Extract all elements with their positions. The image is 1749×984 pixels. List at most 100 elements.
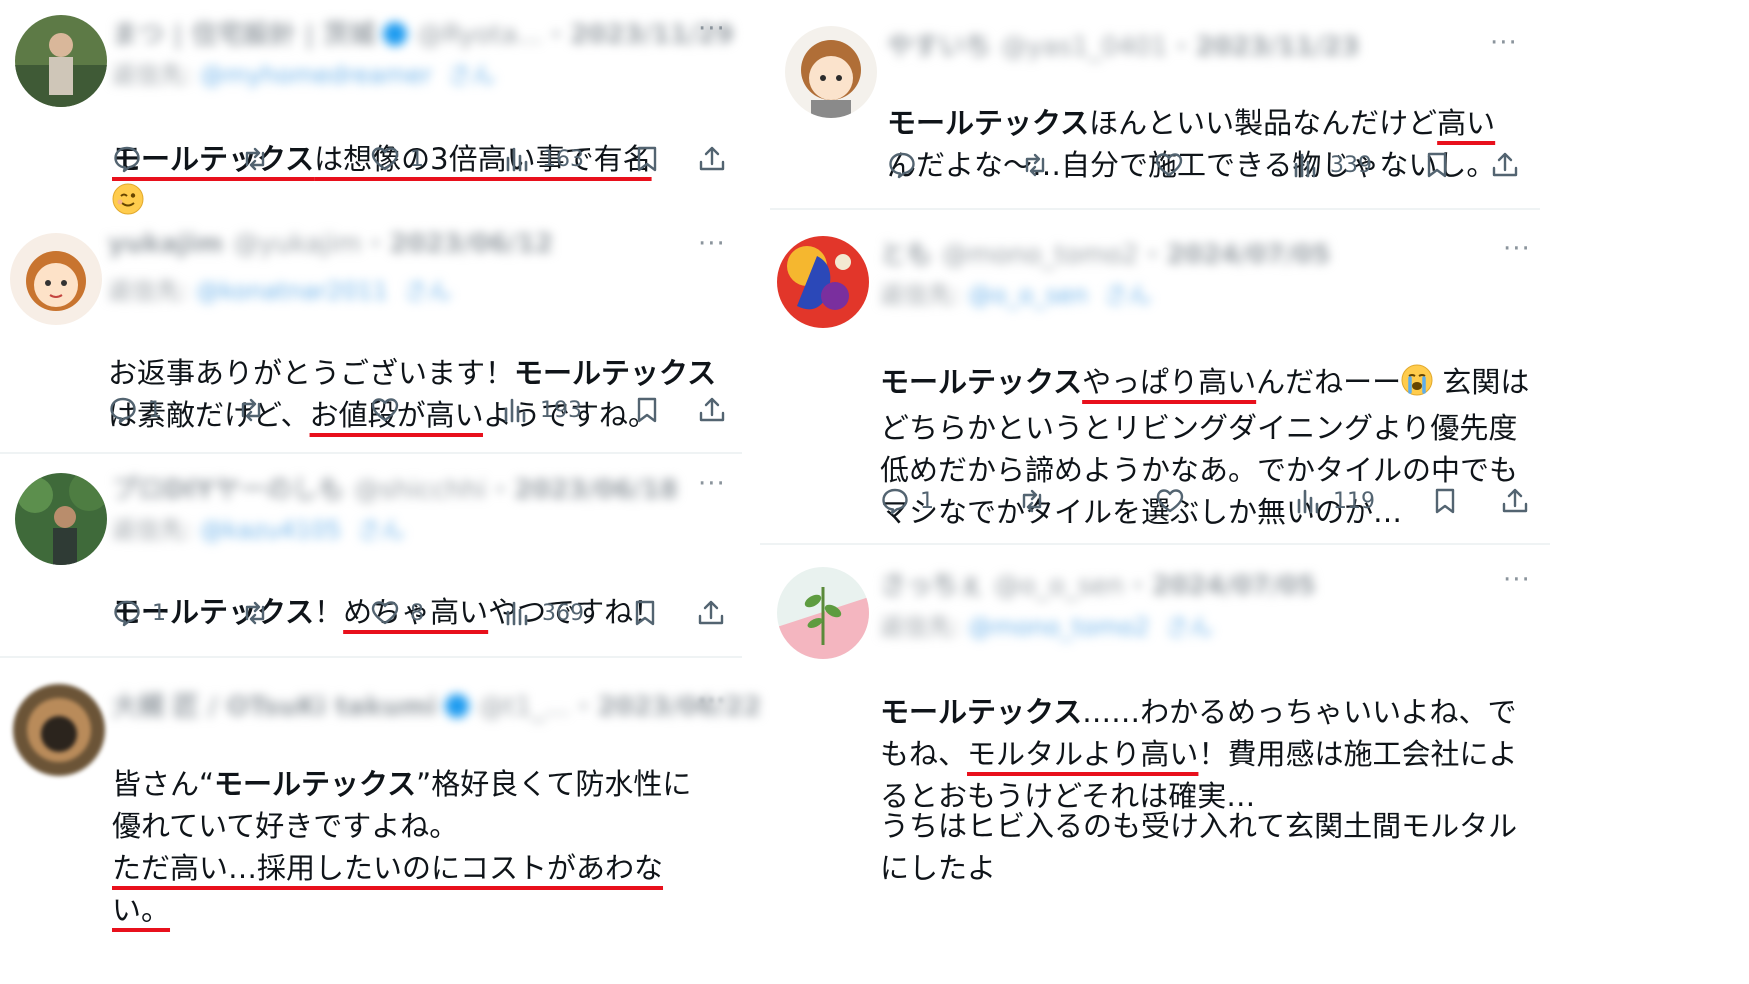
- bookmark-button[interactable]: [630, 598, 660, 628]
- share-button[interactable]: [1500, 486, 1530, 516]
- repost-button[interactable]: [236, 395, 276, 425]
- action-bar: 1 163: [112, 144, 727, 184]
- author-name[interactable]: プロDIYヤーのしも: [112, 475, 344, 505]
- views-button[interactable]: 193: [500, 395, 582, 425]
- divider: [0, 452, 742, 454]
- like-button[interactable]: [1155, 486, 1195, 516]
- views-button[interactable]: 119: [1293, 486, 1375, 516]
- views-button[interactable]: 339: [1290, 150, 1372, 180]
- tweet-date[interactable]: 2023/06/18: [514, 475, 678, 505]
- like-count: 8: [410, 600, 424, 626]
- share-button[interactable]: [697, 395, 727, 425]
- more-options-icon[interactable]: ···: [1490, 28, 1518, 58]
- tweet-date[interactable]: 2023/06/22: [597, 692, 761, 722]
- tweet-3: プロDIYヤーのしも @shicchhi · 2023/06/18 返信先: @ka…: [0, 455, 740, 655]
- tweet-date[interactable]: 2023/11/23: [1196, 32, 1360, 62]
- reply-to-handle[interactable]: @myhomedreamer: [200, 61, 432, 89]
- share-button[interactable]: [696, 598, 726, 628]
- author-handle[interactable]: @shicchhi: [354, 475, 486, 505]
- author-handle[interactable]: @yas1_0401: [1001, 32, 1168, 62]
- repost-button[interactable]: [1020, 150, 1060, 180]
- author-name[interactable]: やすいち: [887, 32, 991, 62]
- avatar[interactable]: [10, 233, 102, 325]
- tweet-date[interactable]: 2023/06/12: [389, 229, 553, 259]
- reply-button[interactable]: 1: [108, 395, 162, 425]
- share-button[interactable]: [697, 144, 727, 174]
- repost-button[interactable]: [240, 144, 280, 174]
- author-handle[interactable]: @yukajim: [233, 229, 361, 259]
- more-options-icon[interactable]: ···: [1503, 565, 1531, 595]
- author-line[interactable]: 大槻 匠 / OTsuKi takumi @t1_... · 2023/06/22: [112, 686, 761, 723]
- like-button[interactable]: 1: [370, 144, 424, 174]
- author-line[interactable]: とも @mono_tomo2 · 2024/07/05: [880, 234, 1330, 271]
- analytics-icon: [1297, 489, 1319, 514]
- brand-name: モールテックス: [887, 106, 1090, 140]
- reply-button[interactable]: 1: [880, 486, 934, 516]
- tweet-text: 皆さん“モールテックス”格好良くて防水性に優れていて好きですよね。 ただ高い…採用…: [112, 767, 692, 927]
- views-button[interactable]: 369: [502, 598, 584, 628]
- reply-to-handle[interactable]: @mono_tomo2: [968, 613, 1149, 641]
- reply-to: 返信先: @myhomedreamer さん: [112, 61, 496, 89]
- highlighted-text: やっぱり高い: [1082, 365, 1257, 399]
- author-line[interactable]: yukajim @yukajim · 2023/06/12: [108, 229, 553, 259]
- tweet-date[interactable]: 2024/07/05: [1167, 240, 1331, 270]
- author-line[interactable]: まつ | 住宅設計 | 茨城 @Ryota... · 2023/11/29: [112, 14, 734, 51]
- bookmark-button[interactable]: [1422, 150, 1452, 180]
- like-button[interactable]: 8: [370, 598, 424, 628]
- avatar[interactable]: [13, 684, 105, 776]
- bookmark-icon: [1435, 488, 1455, 514]
- reply-to-handle[interactable]: @konatnar2011: [196, 277, 388, 305]
- tweet-4: 大槻 匠 / OTsuKi takumi @t1_... · 2023/06/22…: [0, 660, 761, 984]
- reply-icon: [114, 600, 140, 627]
- author-line[interactable]: プロDIYヤーのしも @shicchhi · 2023/06/18: [112, 469, 678, 506]
- action-bar: 1 8 369: [112, 598, 727, 638]
- share-icon: [1502, 488, 1528, 513]
- avatar[interactable]: [777, 236, 869, 328]
- divider: [770, 208, 1540, 210]
- author-handle[interactable]: @mono_tomo2: [942, 240, 1139, 270]
- reply-to-handle[interactable]: @kazu4105: [200, 516, 341, 544]
- share-button[interactable]: [1490, 150, 1520, 180]
- bookmark-button[interactable]: [632, 144, 662, 174]
- share-icon: [698, 600, 724, 625]
- author-handle[interactable]: @t1_...: [479, 692, 570, 722]
- author-line[interactable]: やすいち @yas1_0401 · 2023/11/23: [887, 26, 1359, 63]
- avatar[interactable]: [785, 26, 877, 118]
- repost-button[interactable]: [240, 598, 280, 628]
- highlighted-text: 高い: [1437, 106, 1496, 140]
- reply-button[interactable]: 1: [112, 598, 166, 628]
- avatar[interactable]: [15, 473, 107, 565]
- bookmark-button[interactable]: [632, 395, 662, 425]
- avatar[interactable]: [15, 15, 107, 107]
- more-options-icon[interactable]: ···: [698, 686, 726, 716]
- author-name[interactable]: 大槻 匠 / OTsuKi takumi: [112, 692, 437, 722]
- avatar[interactable]: [777, 567, 869, 659]
- bookmark-button[interactable]: [1430, 486, 1460, 516]
- author-handle[interactable]: @Ryota...: [417, 20, 542, 50]
- reply-button[interactable]: [887, 150, 927, 180]
- author-name[interactable]: まつ | 住宅設計 | 茨城: [112, 20, 375, 50]
- more-options-icon[interactable]: ···: [698, 469, 726, 499]
- author-name[interactable]: とも: [880, 240, 932, 270]
- reply-icon: [882, 488, 908, 515]
- author-line[interactable]: さっちぇ @o_o_sen · 2024/07/05: [880, 565, 1316, 602]
- author-handle[interactable]: @o_o_sen: [994, 571, 1124, 601]
- divider: [760, 543, 1550, 545]
- reply-count: 1: [152, 600, 166, 626]
- analytics-icon: [504, 398, 526, 423]
- tweet-date[interactable]: 2024/07/05: [1152, 571, 1316, 601]
- views-button[interactable]: 163: [502, 144, 584, 174]
- more-options-icon[interactable]: ···: [698, 14, 726, 44]
- like-button[interactable]: [370, 395, 410, 425]
- repost-button[interactable]: [1017, 486, 1057, 516]
- like-button[interactable]: [1154, 150, 1194, 180]
- reply-icon: [889, 152, 915, 179]
- reply-button[interactable]: [112, 144, 152, 174]
- author-name[interactable]: yukajim: [108, 229, 223, 259]
- tweet-7: さっちぇ @o_o_sen · 2024/07/05 返信先: @mono_tomo…: [770, 547, 1545, 984]
- more-options-icon[interactable]: ···: [698, 229, 726, 259]
- reply-to-handle[interactable]: @o_o_sen: [968, 281, 1088, 309]
- more-options-icon[interactable]: ···: [1503, 234, 1531, 264]
- verified-badge-icon: [444, 694, 469, 718]
- author-name[interactable]: さっちぇ: [880, 571, 984, 601]
